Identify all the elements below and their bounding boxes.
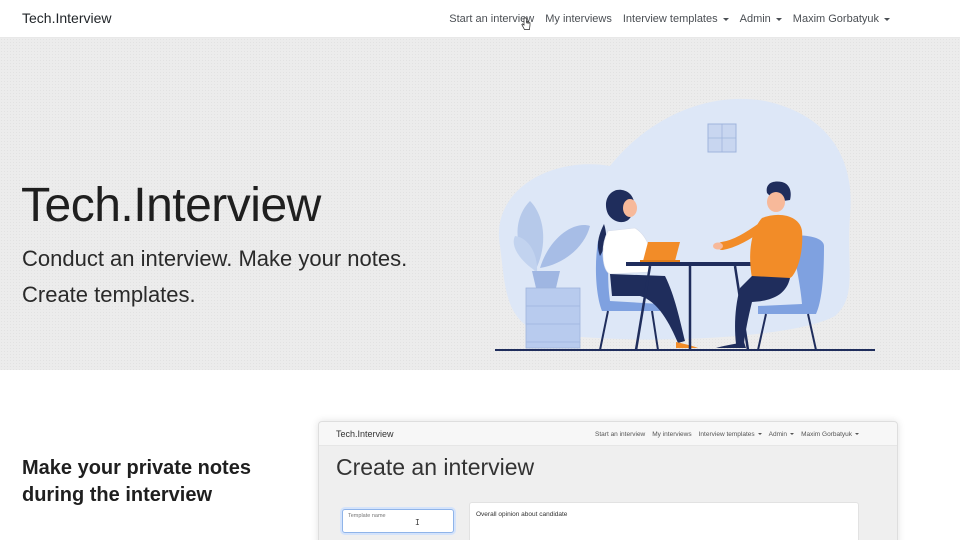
hand-pointer-cursor-icon [521,17,531,30]
interview-illustration [495,98,875,351]
caret-down-icon [722,17,729,21]
feature-title: Make your private notes during the inter… [22,457,251,506]
preview-nav-links: Start an interview My interviews Intervi… [595,422,859,446]
nav-user-label: Maxim Gorbatyuk [792,13,879,25]
top-navbar: Tech.Interview Start an interview My int… [0,0,960,38]
brand-link[interactable]: Tech.Interview [22,10,111,26]
nav-my-interviews-label: My interviews [545,13,612,25]
preview-navbar: Tech.Interview Start an interview My int… [319,422,897,446]
preview-nav-user-label: Maxim Gorbatyuk [801,430,852,438]
app-preview-screenshot: Tech.Interview Start an interview My int… [318,421,898,540]
preview-page-title: Create an interview [336,454,535,480]
text-cursor-icon: I [415,518,420,527]
preview-opinion-label: Overall opinion about candidate [476,511,568,518]
preview-brand: Tech.Interview [336,429,394,439]
nav-admin-label: Admin [739,13,771,25]
preview-nav-admin: Admin [768,430,795,438]
nav-links: Start an interview My interviews Intervi… [449,0,890,38]
preview-template-name-label: Template name [348,513,386,519]
nav-my-interviews[interactable]: My interviews [545,13,612,25]
caret-down-icon [884,17,890,21]
caret-down-icon [775,17,782,21]
hero-subtitle: Conduct an interview. Make your notes. C… [22,246,408,307]
nav-user-dropdown[interactable]: Maxim Gorbatyuk [793,13,890,25]
preview-nav-user: Maxim Gorbatyuk [801,431,859,438]
caret-down-icon [790,433,795,435]
caret-down-icon [757,433,762,435]
preview-opinion-card: Overall opinion about candidate [469,502,859,540]
preview-nav-my-interviews: My interviews [652,430,692,438]
nav-interview-templates-dropdown[interactable]: Interview templates [623,13,729,25]
preview-nav-admin-label: Admin [768,430,788,438]
preview-nav-templates-label: Interview templates [698,430,755,438]
hero-title: Tech.Interview [21,179,321,232]
caret-down-icon [855,433,859,435]
preview-nav-start-interview: Start an interview [595,430,646,438]
hero-section: Tech.Interview Conduct an interview. Mak… [0,38,960,370]
nav-admin-dropdown[interactable]: Admin [740,13,782,25]
preview-nav-interview-templates: Interview templates [699,431,762,438]
preview-template-name-input: Template name I [342,509,454,533]
nav-interview-templates-label: Interview templates [622,13,718,25]
